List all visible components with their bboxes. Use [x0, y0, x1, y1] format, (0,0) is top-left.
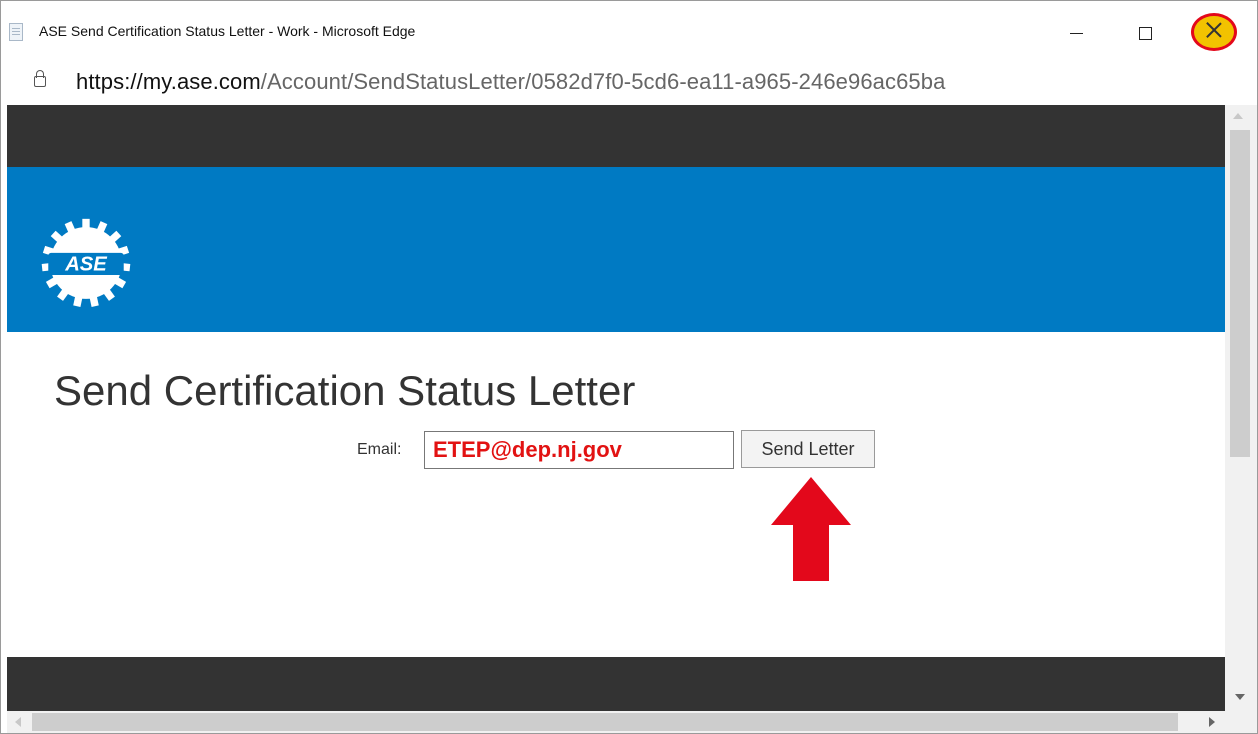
scroll-up-icon[interactable] — [1233, 113, 1243, 119]
close-button[interactable] — [1191, 13, 1241, 55]
vertical-scroll-thumb[interactable] — [1230, 130, 1250, 457]
window-titlebar: ASE Send Certification Status Letter - W… — [1, 1, 1257, 63]
maximize-button[interactable] — [1127, 15, 1163, 51]
ase-logo: ASE — [41, 218, 131, 307]
url-path: /Account/SendStatusLetter/0582d7f0-5cd6-… — [260, 69, 946, 94]
brand-header — [7, 167, 1225, 332]
page-viewport: ASE Send Certification Status Letter Ema… — [7, 105, 1225, 711]
top-dark-band — [7, 105, 1225, 167]
email-input[interactable] — [424, 431, 734, 469]
address-bar[interactable]: https://my.ase.com/Account/SendStatusLet… — [76, 69, 945, 95]
horizontal-scroll-thumb[interactable] — [32, 713, 1178, 731]
minimize-button[interactable] — [1058, 15, 1094, 51]
lock-icon — [33, 70, 47, 87]
page-icon — [9, 23, 23, 41]
scrollbar-corner — [1225, 711, 1257, 733]
scroll-right-icon[interactable] — [1209, 717, 1215, 727]
red-arrow-up-annotation — [771, 477, 851, 581]
page-title: Send Certification Status Letter — [54, 367, 636, 414]
lock-body — [34, 76, 46, 87]
scroll-left-icon[interactable] — [15, 717, 21, 727]
email-label: Email: — [357, 441, 402, 458]
browser-window: ASE Send Certification Status Letter - W… — [0, 0, 1258, 734]
url-domain: https://my.ase.com — [76, 69, 261, 94]
bottom-dark-band — [7, 657, 1225, 711]
close-icon — [1204, 20, 1224, 40]
window-title: ASE Send Certification Status Letter - W… — [39, 23, 416, 39]
send-letter-button[interactable]: Send Letter — [741, 430, 875, 468]
svg-text:ASE: ASE — [64, 253, 107, 275]
scroll-down-icon[interactable] — [1235, 694, 1245, 700]
